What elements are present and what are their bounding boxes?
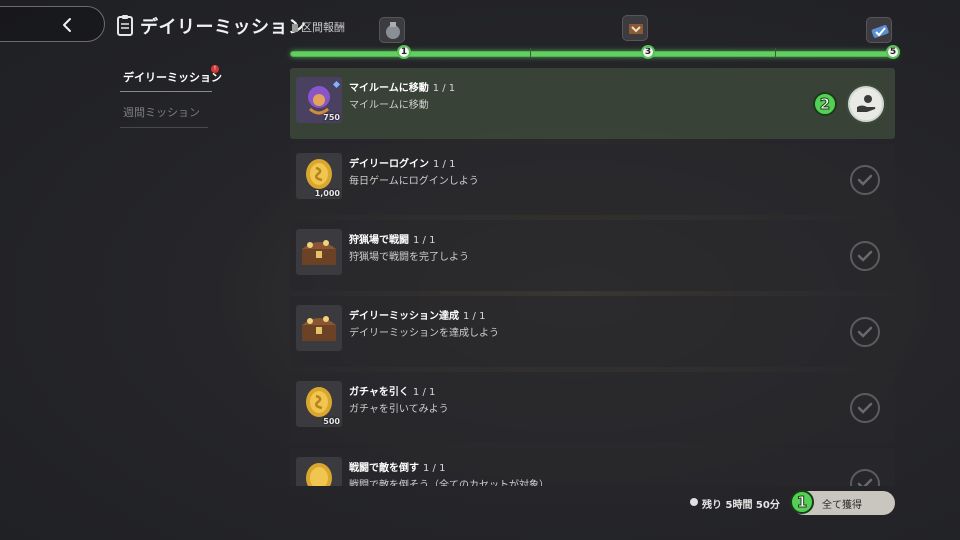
checkmark-icon bbox=[857, 250, 873, 262]
progress-fill bbox=[291, 52, 897, 56]
reward-thumbnail bbox=[296, 305, 342, 351]
mission-count: 1 / 1 bbox=[432, 83, 456, 94]
sidebar-item-weekly[interactable]: 週間ミッション bbox=[123, 104, 200, 120]
gold-coin-icon bbox=[306, 463, 332, 486]
milestone-reward-5[interactable] bbox=[866, 17, 892, 43]
sidebar-item-daily[interactable]: デイリーミッション bbox=[123, 69, 222, 85]
checkmark-icon bbox=[857, 478, 873, 486]
checkmark-icon bbox=[857, 402, 873, 414]
mission-description: デイリーミッションを達成しよう bbox=[349, 328, 499, 339]
reward-thumbnail bbox=[296, 229, 342, 275]
mission-row: デイリーミッション達成 1 / 1 デイリーミッションを達成しよう bbox=[290, 296, 895, 367]
page-title: デイリーミッション bbox=[140, 17, 307, 38]
mission-description: ガチャを引いてみよう bbox=[349, 404, 449, 415]
potion-icon bbox=[386, 22, 400, 39]
reward-quantity: 1,000 bbox=[314, 189, 340, 198]
completed-check bbox=[850, 241, 880, 271]
claim-all-label: 全て獲得 bbox=[822, 500, 862, 511]
annotation-marker-2: 2 bbox=[813, 92, 837, 116]
clock-icon bbox=[690, 498, 698, 506]
reward-quantity: 500 bbox=[323, 417, 340, 426]
section-marker-icon bbox=[292, 24, 298, 32]
completed-check bbox=[850, 165, 880, 195]
completed-check bbox=[850, 393, 880, 423]
mission-row: 750 マイルームに移動 1 / 1 マイルームに移動 2 bbox=[290, 68, 895, 139]
reward-thumbnail: 1,000 bbox=[296, 153, 342, 199]
treasure-chest-icon bbox=[302, 316, 336, 341]
milestone-marker-1: 1 bbox=[397, 45, 411, 59]
reward-thumbnail: 500 bbox=[296, 381, 342, 427]
gem-icon bbox=[333, 81, 340, 88]
mission-row: 500 ガチャを引く 1 / 1 ガチャを引いてみよう bbox=[290, 372, 895, 443]
mission-description: マイルームに移動 bbox=[349, 100, 429, 111]
mission-count: 1 / 1 bbox=[412, 387, 436, 398]
milestone-reward-3[interactable] bbox=[622, 15, 648, 41]
mission-description: 戦闘で敵を倒そう（全てのカセットが対象） bbox=[349, 480, 549, 486]
milestone-marker-5: 5 bbox=[886, 45, 900, 59]
back-button[interactable] bbox=[0, 6, 105, 42]
treasure-chest-icon bbox=[302, 240, 336, 265]
milestone-marker-3: 3 bbox=[641, 45, 655, 59]
chest-icon bbox=[629, 24, 643, 34]
mission-title: ガチャを引く 1 / 1 bbox=[349, 387, 436, 398]
chevron-left-icon bbox=[63, 18, 71, 32]
mission-title: デイリーログイン 1 / 1 bbox=[349, 159, 456, 170]
mission-row: 狩猟場で戦闘 1 / 1 狩猟場で戦闘を完了しよう bbox=[290, 220, 895, 291]
milestone-reward-1[interactable] bbox=[379, 17, 405, 43]
remaining-time: 残り 5時間 50分 bbox=[702, 500, 780, 511]
mission-count: 1 / 1 bbox=[433, 159, 456, 170]
completed-check bbox=[850, 469, 880, 486]
mission-title: デイリーミッション達成 1 / 1 bbox=[349, 311, 486, 322]
mission-description: 毎日ゲームにログインしよう bbox=[349, 176, 479, 187]
mission-count: 1 / 1 bbox=[463, 311, 486, 322]
section-reward-label: 区間報酬 bbox=[292, 19, 345, 35]
claim-button[interactable] bbox=[848, 86, 884, 122]
mission-description: 狩猟場で戦闘を完了しよう bbox=[349, 252, 469, 263]
progress-divider bbox=[530, 48, 531, 58]
mission-row: 戦闘で敵を倒す 1 / 1 戦闘で敵を倒そう（全てのカセットが対象） bbox=[290, 448, 895, 486]
mission-count: 1 / 1 bbox=[423, 463, 446, 474]
progress-bar bbox=[290, 51, 898, 57]
mission-count: 1 / 1 bbox=[413, 235, 436, 246]
ticket-icon bbox=[871, 25, 889, 38]
mission-list[interactable]: 750 マイルームに移動 1 / 1 マイルームに移動 2 1,000 デイリー… bbox=[290, 66, 896, 486]
progress-divider bbox=[775, 48, 776, 58]
notification-badge: ! bbox=[211, 65, 219, 73]
mission-title: マイルームに移動 1 / 1 bbox=[349, 83, 456, 94]
reward-quantity: 750 bbox=[323, 113, 340, 122]
hand-receive-icon bbox=[857, 95, 876, 112]
clipboard-icon bbox=[117, 15, 133, 36]
reward-thumbnail bbox=[296, 457, 342, 486]
mission-title: 戦闘で敵を倒す 1 / 1 bbox=[349, 463, 446, 474]
checkmark-icon bbox=[857, 326, 873, 338]
mission-title: 狩猟場で戦闘 1 / 1 bbox=[349, 235, 436, 246]
completed-check bbox=[850, 317, 880, 347]
checkmark-icon bbox=[857, 174, 873, 186]
sidebar-divider bbox=[120, 91, 212, 92]
sidebar-divider bbox=[120, 127, 208, 128]
annotation-marker-1: 1 bbox=[790, 490, 814, 514]
mission-row: 1,000 デイリーログイン 1 / 1 毎日ゲームにログインしよう bbox=[290, 144, 895, 215]
